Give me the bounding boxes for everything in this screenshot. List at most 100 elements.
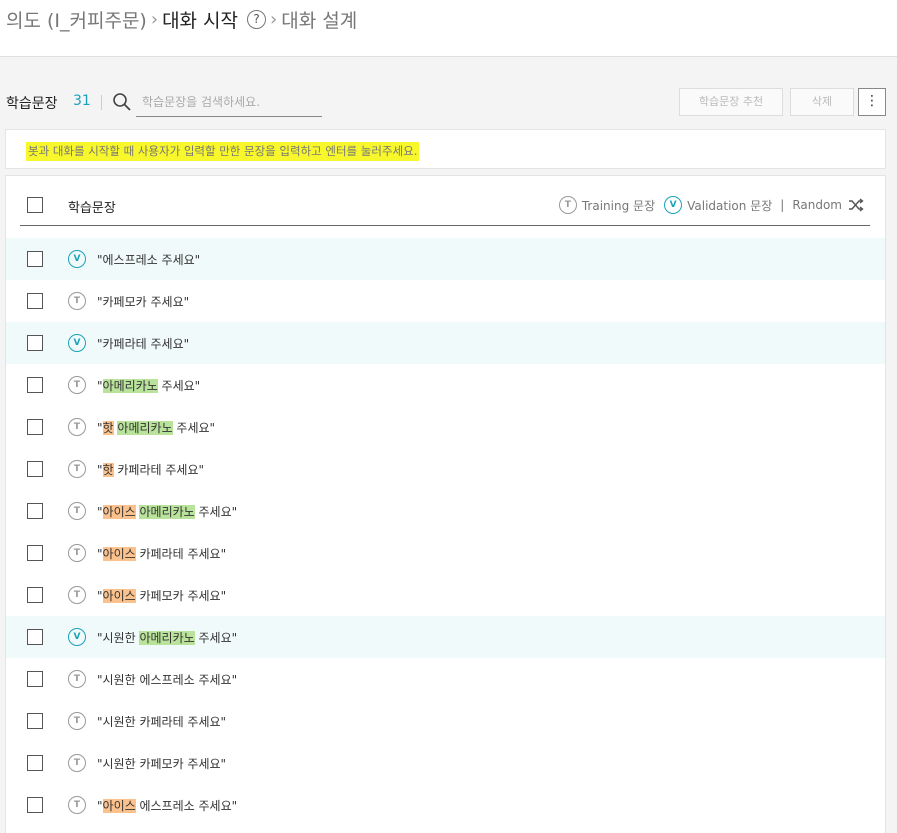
sentence-text[interactable]: "아메리카노 주세요" — [97, 377, 200, 394]
entity-highlight: 아메리카노 — [139, 631, 195, 645]
entity-highlight: 아이스 — [102, 547, 136, 561]
row-checkbox[interactable] — [27, 629, 43, 645]
entity-highlight: 아메리카노 — [117, 421, 173, 435]
row-checkbox[interactable] — [27, 251, 43, 267]
sentence-text[interactable]: "시원한 아메리카노 주세요" — [97, 629, 237, 646]
table-row[interactable]: T "아이스 카페모카 주세요" — [6, 574, 885, 616]
training-badge-icon: T — [68, 754, 86, 772]
header-label: 학습문장 — [68, 201, 116, 216]
row-checkbox[interactable] — [27, 503, 43, 519]
sentence-segment: "카페모카 주세요" — [97, 295, 190, 309]
training-legend-label: Training 문장 — [581, 198, 656, 213]
table-row[interactable]: T "아이스 에스프레소 주세요" — [6, 784, 885, 826]
row-checkbox[interactable] — [27, 587, 43, 603]
help-icon[interactable]: ? — [247, 9, 267, 29]
training-badge-icon: T — [68, 376, 86, 394]
sentence-segment: 주세요" — [194, 631, 238, 645]
breadcrumb-intent[interactable]: 의도 (I_커피주문) — [6, 6, 147, 33]
table-row[interactable]: T "아이스 카페라테 주세요" — [6, 532, 885, 574]
table-header: 학습문장 T Training 문장 V Validation 문장 | Ran… — [20, 176, 870, 226]
row-checkbox[interactable] — [27, 377, 43, 393]
validation-badge-icon: V — [68, 250, 86, 268]
entity-highlight: 핫 — [102, 463, 114, 477]
input-notice: 봇과 대화를 시작할 때 사용자가 입력할 만한 문장을 입력하고 엔터를 눌러… — [5, 129, 886, 169]
sentence-text[interactable]: "에스프레소 주세요" — [97, 251, 200, 268]
table-row[interactable]: T "아메리카노 주세요" — [6, 364, 885, 406]
row-checkbox[interactable] — [27, 671, 43, 687]
sentence-segment: " — [97, 463, 103, 477]
sentence-toolbar: 학습문장 31 학습문장 추천 삭제 ⋮ — [0, 82, 897, 122]
table-row[interactable]: T "시원한 카페라테 주세요" — [6, 700, 885, 742]
breadcrumb-current: 대화 시작 — [162, 9, 239, 32]
training-badge-icon: T — [68, 418, 86, 436]
sentence-segment: "카페라테 주세요" — [97, 337, 190, 351]
table-row[interactable]: T "핫 카페라테 주세요" — [6, 448, 885, 490]
random-label[interactable]: Random — [792, 198, 842, 212]
training-badge-icon: T — [68, 502, 86, 520]
row-checkbox[interactable] — [27, 335, 43, 351]
sentence-segment: "시원한 카페모카 주세요" — [97, 757, 227, 771]
shuffle-icon[interactable] — [848, 198, 864, 212]
sentence-text[interactable]: "아이스 아메리카노 주세요" — [97, 503, 237, 520]
sentence-segment: 주세요" — [157, 379, 201, 393]
sentence-segment: " — [97, 547, 103, 561]
row-checkbox[interactable] — [27, 755, 43, 771]
row-checkbox[interactable] — [27, 419, 43, 435]
entity-highlight: 아이스 — [102, 799, 136, 813]
table-row[interactable]: V "시원한 아메리카노 주세요" — [6, 616, 885, 658]
sentence-text[interactable]: "시원한 카페라테 주세요" — [97, 713, 226, 730]
sentence-text[interactable]: "아이스 카페라테 주세요" — [97, 545, 226, 562]
sentence-segment: 주세요" — [194, 505, 238, 519]
sentence-table: 학습문장 T Training 문장 V Validation 문장 | Ran… — [5, 175, 886, 833]
row-checkbox[interactable] — [27, 713, 43, 729]
legend: T Training 문장 V Validation 문장 | Random — [558, 196, 864, 214]
sentence-text[interactable]: "핫 아메리카노 주세요" — [97, 419, 215, 436]
search-icon[interactable] — [112, 92, 132, 112]
table-row[interactable]: T "아이스 아메리카노 주세요" — [6, 490, 885, 532]
more-options-icon[interactable]: ⋮ — [858, 88, 886, 116]
select-all-checkbox[interactable] — [27, 197, 43, 213]
row-checkbox[interactable] — [27, 545, 43, 561]
training-badge-icon: T — [68, 670, 86, 688]
training-badge-icon: T — [68, 544, 86, 562]
delete-button[interactable]: 삭제 — [790, 88, 854, 116]
legend-separator: | — [780, 198, 785, 212]
sentence-text[interactable]: "시원한 에스프레소 주세요" — [97, 671, 237, 688]
table-row[interactable]: V "에스프레소 주세요" — [6, 238, 885, 280]
sentence-segment: " — [97, 421, 103, 435]
table-row[interactable]: T "핫 아메리카노 주세요" — [6, 406, 885, 448]
search-input[interactable] — [136, 88, 322, 117]
validation-badge-icon: V — [68, 628, 86, 646]
table-row[interactable]: T "시원한 에스프레소 주세요" — [6, 658, 885, 700]
sentence-text[interactable]: "카페라테 주세요" — [97, 335, 189, 352]
sentence-text[interactable]: "시원한 카페모카 주세요" — [97, 755, 226, 772]
row-checkbox[interactable] — [27, 293, 43, 309]
sentence-text[interactable]: "아이스 카페모카 주세요" — [97, 587, 226, 604]
entity-highlight: 아이스 — [102, 589, 136, 603]
sentence-count: 31 — [73, 93, 91, 109]
entity-highlight: 핫 — [102, 421, 114, 435]
top-header: 의도 (I_커피주문) › 대화 시작 ? › 대화 설계 — [0, 0, 897, 57]
training-badge-icon: T — [68, 586, 86, 604]
row-checkbox[interactable] — [27, 461, 43, 477]
table-row[interactable]: T "시원한 카페모카 주세요" — [6, 742, 885, 784]
training-badge-icon: T — [558, 196, 577, 214]
recommend-sentences-button[interactable]: 학습문장 추천 — [679, 88, 783, 116]
entity-highlight: 아메리카노 — [139, 505, 195, 519]
sentence-segment: " — [97, 799, 103, 813]
validation-legend-label: Validation 문장 — [687, 198, 773, 213]
sentence-segment: "에스프레소 주세요" — [97, 253, 201, 267]
breadcrumb-next[interactable]: 대화 설계 — [281, 6, 357, 33]
training-badge-icon: T — [68, 292, 86, 310]
table-row[interactable]: T "카페모카 주세요" — [6, 280, 885, 322]
chevron-right-icon: › — [270, 8, 278, 30]
notice-text: 봇과 대화를 시작할 때 사용자가 입력할 만한 문장을 입력하고 엔터를 눌러… — [26, 142, 420, 161]
sentence-segment: "시원한 — [97, 631, 140, 645]
table-row[interactable]: V "카페라테 주세요" — [6, 322, 885, 364]
sentence-text[interactable]: "아이스 에스프레소 주세요" — [97, 797, 237, 814]
sentence-text[interactable]: "핫 카페라테 주세요" — [97, 461, 204, 478]
row-checkbox[interactable] — [27, 797, 43, 813]
sentence-text[interactable]: "카페모카 주세요" — [97, 293, 189, 310]
sentence-segment: "시원한 에스프레소 주세요" — [97, 673, 238, 687]
sentence-segment: "시원한 카페라테 주세요" — [97, 715, 227, 729]
